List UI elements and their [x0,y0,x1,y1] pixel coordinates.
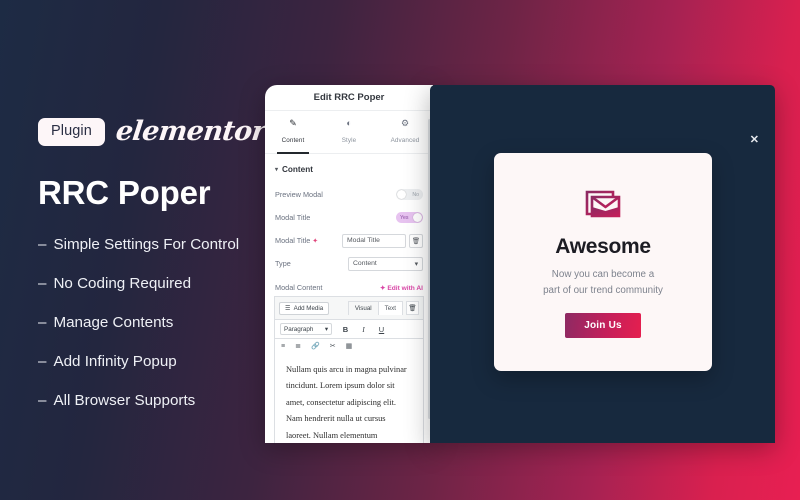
tab-content-label: Content [281,137,305,144]
modal-title-text: Modal Title [275,236,311,245]
modal-subtext-line1: Now you can become a [551,269,655,281]
modal-title-toggle-label: Modal Title [275,213,311,222]
paragraph-format-value: Paragraph [284,325,314,333]
gear-icon: ⚙ [400,118,410,128]
row-modal-title-field: Modal Title ✦ Modal Title 🗑 [265,229,433,252]
tab-advanced-label: Advanced [390,137,420,144]
pencil-icon: ✎ [289,118,297,128]
list-item-label: Manage Contents [53,313,174,331]
plugin-badge: Plugin [38,118,105,146]
list-item: – No Coding Required [38,276,278,291]
modal-title-input[interactable]: Modal Title [342,233,406,248]
preview-modal-label: Preview Modal [275,190,323,199]
underline-icon[interactable]: U [377,325,386,334]
elementor-logo: elementor [114,116,268,148]
feature-list: – Simple Settings For Control – No Codin… [38,235,278,409]
type-select-value: Content [353,260,377,267]
modal-title-toggle-value: Yes [400,214,409,221]
sparkle-icon: ✦ [312,238,319,245]
more-tools-icon[interactable]: ✂ [330,342,336,350]
list-item-label: Add Infinity Popup [53,353,177,371]
list-item-label: All Browser Supports [53,392,196,410]
list-item-label: Simple Settings For Control [53,235,240,253]
link-icon[interactable]: 🔗 [311,342,320,350]
close-icon[interactable]: ✕ [750,135,759,146]
modal-heading: Awesome [555,235,651,259]
add-media-label: Add Media [293,304,324,312]
chevron-down-icon: ▾ [324,325,328,333]
panel-tab-bar: ✎ Content ◐ Style ⚙ Advanced [265,111,433,154]
list-dash: – [38,353,47,371]
tab-visual[interactable]: Visual [347,301,379,315]
type-select[interactable]: Content ▾ [348,256,423,271]
list-dash: – [38,392,47,410]
modal-content-textarea[interactable]: Nullam quis arcu in magna pulvinar tinci… [275,353,423,443]
trash-icon[interactable]: 🗑 [409,233,423,248]
italic-icon[interactable]: I [359,325,368,334]
contrast-icon: ◐ [346,118,352,128]
row-type: Type Content ▾ [265,252,433,275]
editor-toolbar-format: Paragraph ▾ B I U [275,319,423,338]
toggle-knob [413,213,422,222]
promo-section: Plugin elementor RRC Poper – Simple Sett… [38,116,278,433]
chevron-down-icon: ▾ [275,167,279,173]
list-item: – Manage Contents [38,315,278,330]
page-title: RRC Poper [38,173,211,211]
type-label: Type [275,259,291,268]
paragraph-format-select[interactable]: Paragraph ▾ [280,323,332,335]
list-dash: – [38,313,47,331]
chevron-down-icon: ▾ [414,260,418,268]
add-media-button[interactable]: ☰ Add Media [279,301,330,315]
bullet-list-icon[interactable]: ≡ [281,343,285,350]
list-item: – Add Infinity Popup [38,354,278,369]
editor-toolbar-insert: ≡ ≣ 🔗 ✂ ▦ [275,338,423,353]
modal-subtext-line2: part of our trend community [543,284,663,296]
popup-preview-canvas: ✕ Awesome Now you can become a part of o… [430,85,775,443]
preview-modal-toggle[interactable]: No [396,189,423,200]
list-item: – Simple Settings For Control [38,235,278,253]
row-preview-modal: Preview Modal No [265,183,433,206]
row-modal-title-toggle: Modal Title Yes [265,206,433,229]
numbered-list-icon[interactable]: ≣ [295,342,301,350]
list-dash: – [38,274,47,292]
trash-icon[interactable]: 🗑 [406,301,419,315]
toggle-knob [397,190,406,199]
panel-header-title: Edit RRC Poper [265,85,433,111]
modal-content-label: Modal Content [275,283,323,292]
bold-icon[interactable]: B [341,325,350,334]
tab-advanced[interactable]: ⚙ Advanced [377,111,433,153]
section-content-header[interactable]: ▾ Content [265,154,433,183]
visual-text-tabs: Visual Text 🗑 [347,301,419,315]
section-content-label: Content [282,165,313,174]
tab-style[interactable]: ◐ Style [321,111,377,153]
tab-text[interactable]: Text [378,301,403,315]
list-item: – All Browser Supports [38,393,278,408]
wysiwyg-editor: ☰ Add Media Visual Text 🗑 Paragraph ▾ B … [274,296,424,443]
popup-modal: Awesome Now you can become a part of our… [494,153,712,371]
modal-subtext: Now you can become a part of our trend c… [543,267,663,297]
editor-toolbar-media: ☰ Add Media Visual Text 🗑 [275,297,423,319]
tab-content[interactable]: ✎ Content [265,111,321,154]
elementor-editor-panel: Edit RRC Poper ✎ Content ◐ Style ⚙ Advan… [265,85,433,443]
table-icon[interactable]: ▦ [346,342,353,350]
envelope-icon [583,186,623,223]
tab-style-label: Style [341,137,357,144]
edit-with-ai-button[interactable]: ✦ Edit with AI [380,284,423,292]
join-us-button[interactable]: Join Us [565,312,641,338]
modal-content-header: Modal Content ✦ Edit with AI [265,275,433,296]
list-dash: – [38,235,47,253]
media-icon: ☰ [285,304,291,312]
modal-title-toggle[interactable]: Yes [396,212,423,223]
preview-modal-toggle-value: No [412,191,419,198]
list-item-label: No Coding Required [53,274,192,292]
brand-row: Plugin elementor [38,116,278,148]
modal-title-field-label: Modal Title ✦ [275,236,342,245]
